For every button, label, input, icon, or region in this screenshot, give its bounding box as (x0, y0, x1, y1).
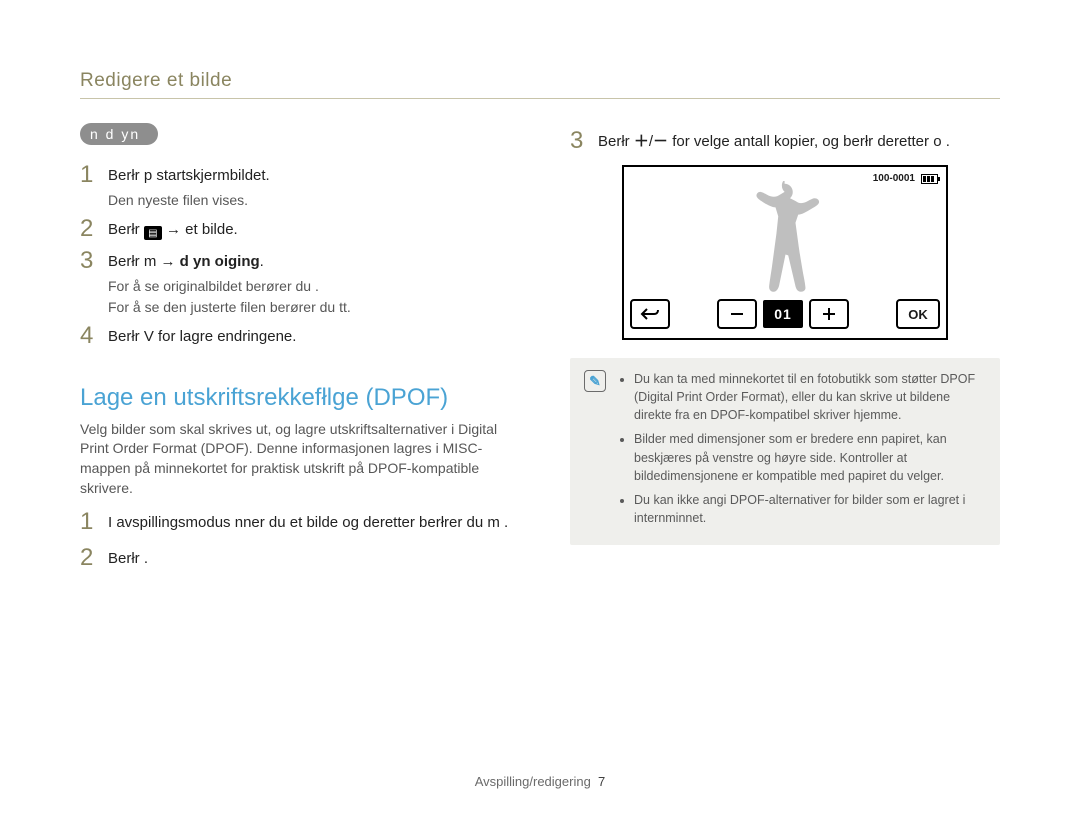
info-item: Du kan ikke angi DPOF-alternativer for b… (634, 491, 986, 527)
lcd-top-right: 100-0001 (873, 173, 938, 184)
step-number: 2 (80, 544, 108, 572)
footer-section: Avspilling/redigering (475, 774, 591, 789)
divider (80, 98, 1000, 99)
person-silhouette (725, 179, 845, 299)
footer-page: 7 (598, 774, 605, 789)
camera-lcd: 100-0001 (622, 165, 948, 340)
step-text: Berłr V for lagre endringene. (108, 324, 510, 350)
step-row: 4 Berłr V for lagre endringene. (80, 324, 510, 350)
step-text: Berłr . (108, 546, 510, 572)
section-heading: Lage en utskriftsrekkefłlge (DPOF) (80, 384, 510, 412)
step-post: p startskjermbildet. (144, 167, 270, 184)
step-number: 2 (80, 215, 108, 243)
minus-glyph: － (653, 133, 668, 150)
step-subnote: For å se originalbildet berører du . (108, 277, 510, 297)
plus-button[interactable] (809, 299, 849, 329)
copies-count: 01 (763, 300, 803, 328)
step-subnote: Den nyeste filen vises. (108, 191, 510, 211)
step-bold: d yn oiging (180, 253, 260, 270)
file-counter: 100-0001 (873, 173, 915, 184)
step-row: 1 I avspillingsmodus nner du et bilde og… (80, 510, 510, 536)
info-item: Bilder med dimensjoner som er bredere en… (634, 430, 986, 484)
step-text: Berłr ▤ → et bilde. (108, 217, 510, 243)
info-note: ✎ Du kan ta med minnekortet til en fotob… (570, 358, 1000, 545)
section-pill: n d yn (80, 123, 158, 145)
ok-button[interactable]: OK (896, 299, 940, 329)
step-pre: Berłr m → (108, 253, 180, 270)
step-subnote: For å se den justerte filen berører du t… (108, 298, 510, 318)
step-row: 3 Berłr ＋/－ for velge antall kopier, og … (570, 129, 1000, 155)
lcd-bottom-bar: 01 OK (630, 296, 940, 332)
step-text: I avspillingsmodus nner du et bilde og d… (108, 510, 510, 536)
step-number: 3 (80, 247, 108, 275)
section-paragraph: Velg bilder som skal skrives ut, og lagr… (80, 420, 510, 498)
step-number: 3 (570, 127, 598, 155)
step-post: → et bilde. (166, 221, 238, 238)
step-pre: Berłr V for lagre endringene. (108, 328, 296, 345)
back-button[interactable] (630, 299, 670, 329)
step-pre: Berłr (108, 221, 144, 238)
step-row: 2 Berłr ▤ → et bilde. (80, 217, 510, 243)
step-row: 1 Berłr p startskjermbildet. (80, 163, 510, 189)
battery-icon (921, 174, 938, 184)
count-cluster: 01 (717, 299, 849, 329)
step-mid: for velge antall kopier, og berłr derett… (668, 133, 950, 150)
step-text: Berłr ＋/－ for velge antall kopier, og be… (598, 129, 1000, 155)
step-row: 3 Berłr m → d yn oiging. (80, 249, 510, 275)
step-pre: Berłr (598, 133, 634, 150)
content-columns: n d yn 1 Berłr p startskjermbildet. Den … (80, 123, 1000, 572)
info-icon: ✎ (584, 370, 606, 392)
info-list: Du kan ta med minnekortet til en fotobut… (618, 370, 986, 533)
column-right: 3 Berłr ＋/－ for velge antall kopier, og … (570, 123, 1000, 572)
info-item: Du kan ta med minnekortet til en fotobut… (634, 370, 986, 424)
step-text: Berłr p startskjermbildet. (108, 163, 510, 189)
breadcrumb: Redigere et bilde (80, 70, 1000, 92)
step-text: Berłr m → d yn oiging. (108, 249, 510, 275)
step-number: 1 (80, 161, 108, 189)
step-pre: Berłr (108, 167, 144, 184)
plus-glyph: ＋ (634, 133, 649, 150)
step-number: 4 (80, 322, 108, 350)
step-post: . (260, 253, 264, 270)
column-left: n d yn 1 Berłr p startskjermbildet. Den … (80, 123, 510, 572)
page-footer: Avspilling/redigering 7 (0, 774, 1080, 789)
step-number: 1 (80, 508, 108, 536)
grid-icon: ▤ (144, 226, 162, 240)
minus-button[interactable] (717, 299, 757, 329)
step-row: 2 Berłr . (80, 546, 510, 572)
